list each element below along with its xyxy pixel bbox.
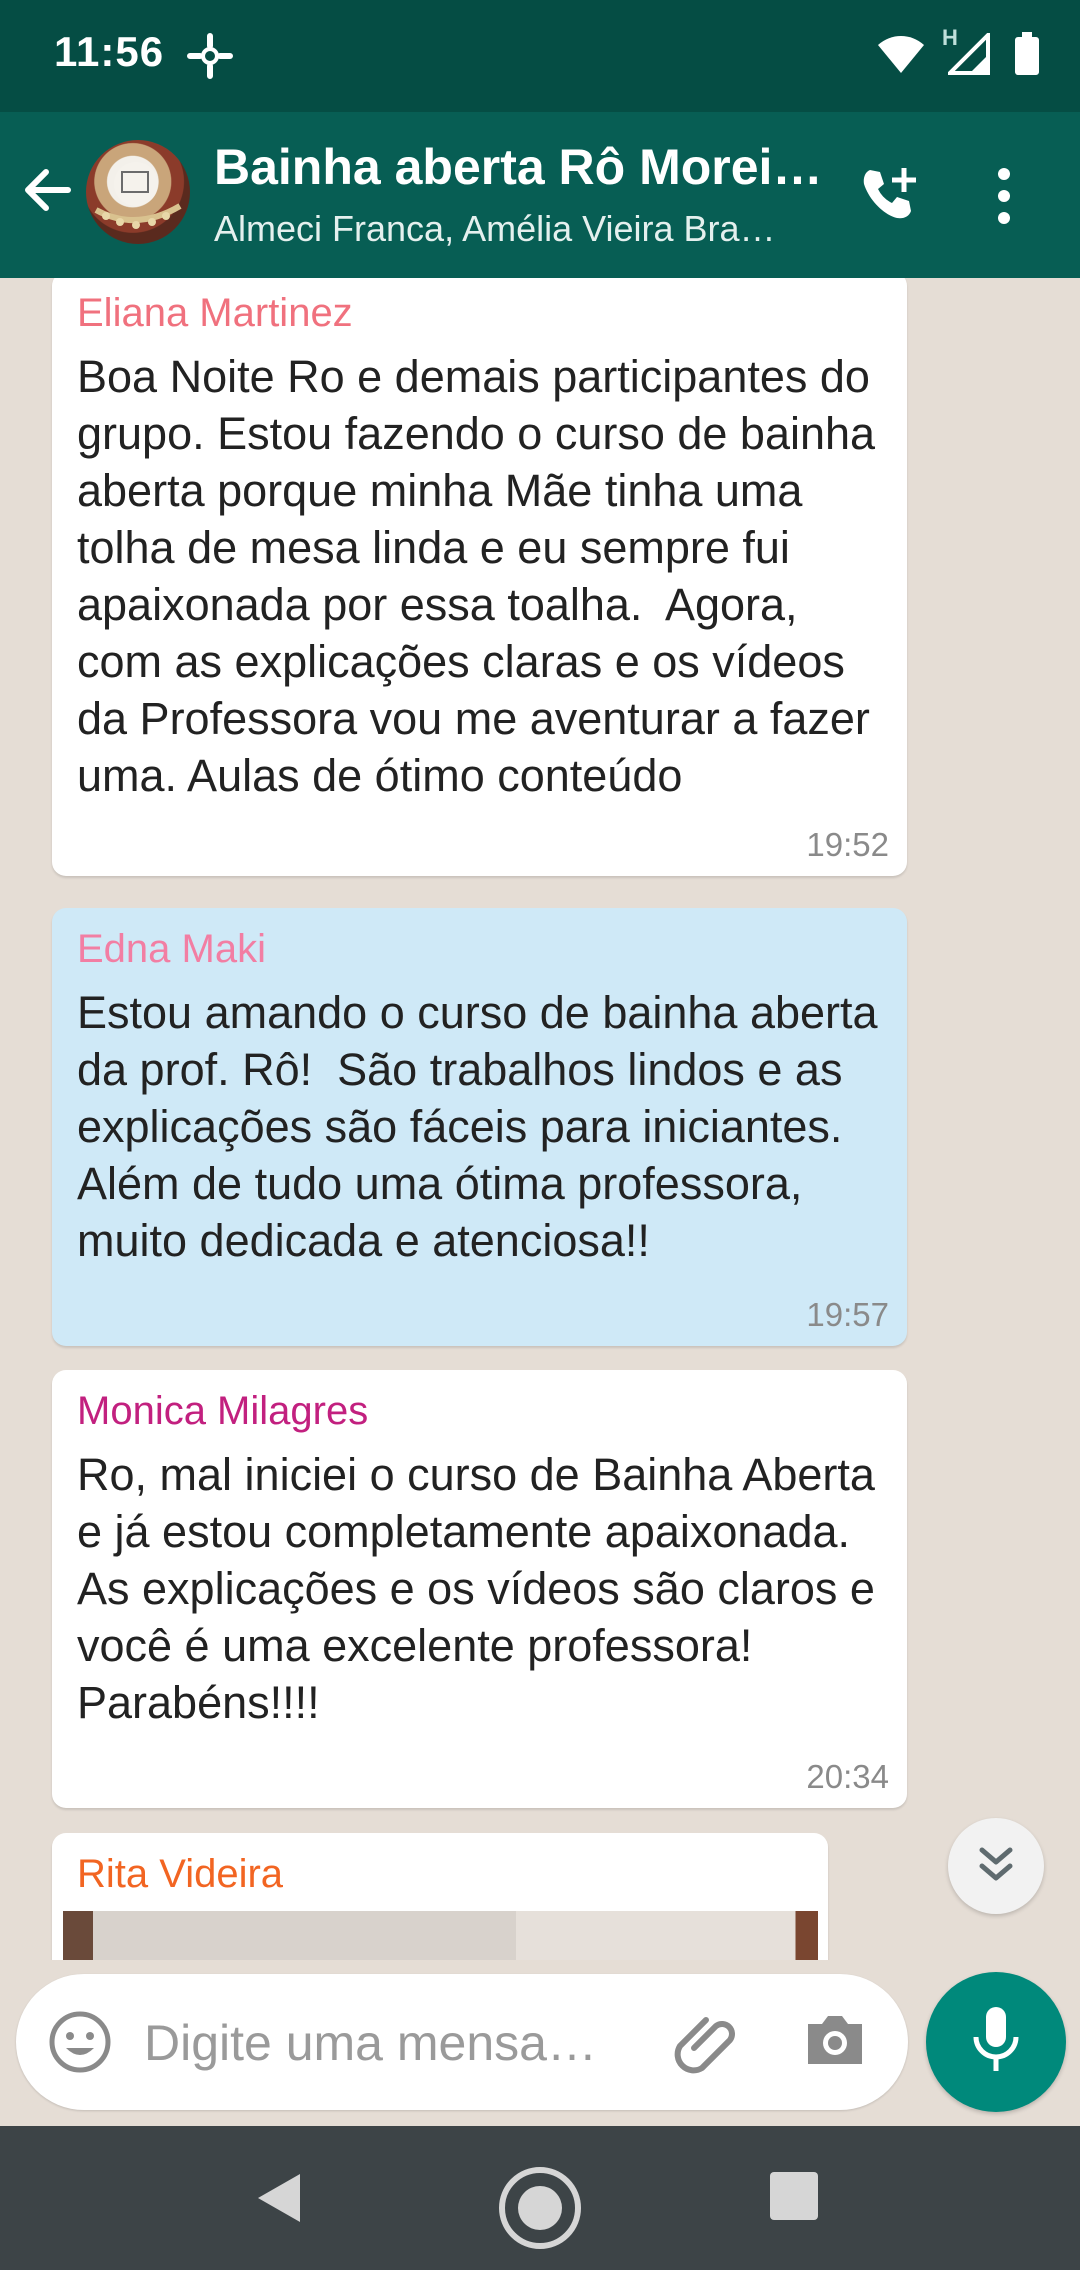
nav-back-icon[interactable]: [252, 2170, 308, 2231]
chat-header: Bainha aberta Rô Morei… Almeci Franca, A…: [0, 112, 1080, 278]
message-sender: Monica Milagres: [77, 1389, 369, 1433]
battery-icon: [1014, 32, 1040, 81]
signal-icon: H: [942, 25, 992, 80]
status-time: 11:56: [54, 28, 165, 75]
message-text: Boa Noite Ro e demais participantes do g…: [77, 351, 888, 801]
message-text: Estou amando o curso de bainha aberta da…: [77, 987, 891, 1266]
message-sender: Rita Videira: [77, 1852, 284, 1896]
mic-icon: [968, 2005, 1024, 2080]
emoji-icon[interactable]: [46, 2008, 114, 2081]
group-avatar[interactable]: [86, 140, 190, 244]
system-navigation-bar: [0, 2126, 1080, 2270]
message-time: 20:34: [806, 1758, 889, 1795]
add-call-icon[interactable]: [856, 164, 920, 233]
message-sender: Edna Maki: [77, 927, 266, 971]
message-bubble[interactable]: Eliana Martinez Boa Noite Ro e demais pa…: [52, 278, 907, 876]
camera-icon[interactable]: [802, 2010, 868, 2075]
wifi-icon: [876, 33, 926, 80]
message-image[interactable]: [63, 1911, 818, 1960]
message-time: 19:57: [806, 1296, 889, 1333]
nav-recents-icon[interactable]: [768, 2170, 820, 2227]
message-bubble[interactable]: Rita Videira: [52, 1833, 828, 1960]
message-input[interactable]: Digite uma mensa…: [144, 2014, 597, 2072]
message-list[interactable]: Eliana Martinez Boa Noite Ro e demais pa…: [0, 278, 1080, 1960]
scroll-down-button[interactable]: [948, 1818, 1044, 1914]
group-participants[interactable]: Almeci Franca, Amélia Vieira Bra…: [214, 208, 814, 250]
message-bubble[interactable]: Monica Milagres Ro, mal iniciei o curso …: [52, 1370, 907, 1808]
message-bubble[interactable]: Edna Maki Estou amando o curso de bainha…: [52, 908, 907, 1346]
network-type-label: H: [942, 25, 958, 50]
group-title[interactable]: Bainha aberta Rô Morei…: [214, 138, 824, 196]
message-time: 19:52: [806, 826, 889, 863]
more-options-icon[interactable]: [996, 164, 1012, 233]
message-sender: Eliana Martinez: [77, 291, 353, 335]
message-composer[interactable]: Digite uma mensa…: [16, 1974, 908, 2110]
nav-home-icon[interactable]: [494, 2162, 586, 2259]
voice-message-button[interactable]: [926, 1972, 1066, 2112]
status-bar: 11:56 H: [0, 0, 1080, 112]
back-arrow-icon[interactable]: [20, 162, 76, 223]
message-text: Ro, mal iniciei o curso de Bainha Aberta…: [77, 1449, 875, 1728]
attach-icon[interactable]: [672, 2008, 744, 2085]
settings-notification-icon: [186, 32, 234, 85]
scroll-down-icon: [974, 1842, 1018, 1891]
